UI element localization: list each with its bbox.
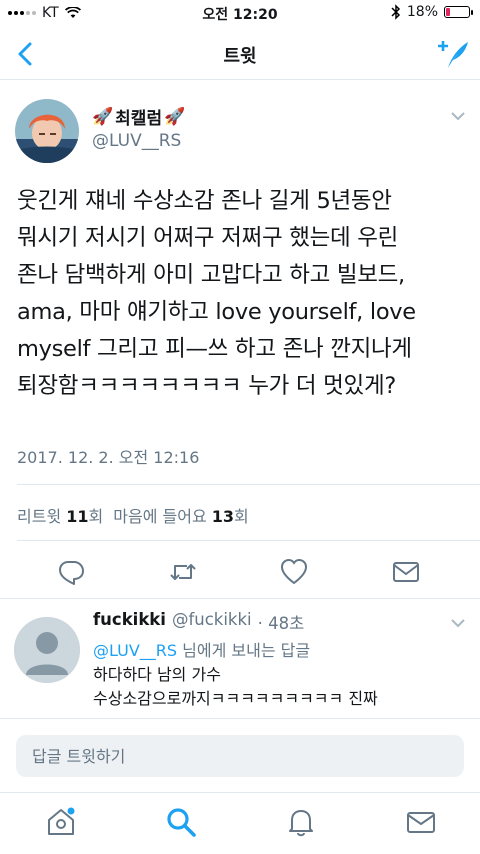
battery-icon [444, 6, 473, 18]
reply-composer [0, 718, 480, 792]
reply-input[interactable] [16, 735, 464, 777]
tweet-detail-screen: KT 오전 12:20 18% 트윗 🚀 최캘럼 🚀 @LUV__RS 웃긴게 … [0, 0, 480, 854]
search-icon[interactable] [164, 805, 198, 839]
bell-icon[interactable] [284, 805, 318, 839]
reply-mention-link[interactable]: @LUV__RS [93, 641, 177, 660]
reply-tweet[interactable]: fuckikki @fuckikki · 48초 @LUV__RS 님에게 보내… [0, 598, 480, 718]
retweet-count[interactable]: 리트윗 11회 [17, 503, 103, 527]
tweet-timestamp: 2017. 12. 2. 오전 12:16 [17, 448, 200, 467]
status-bar: KT 오전 12:20 18% [0, 0, 480, 28]
divider [17, 484, 480, 485]
tweet-stats: 리트윗 11회 마음에 들어요 13회 [17, 503, 249, 527]
tweet-actions [0, 551, 480, 591]
reply-text: 하다하다 남의 가수 수상소감으로까지ㅋㅋㅋㅋㅋㅋㅋㅋㅋ 진짜 [93, 665, 378, 708]
user-handle[interactable]: @LUV__RS [92, 131, 181, 151]
page-title: 트윗 [223, 46, 257, 67]
default-avatar-icon [14, 617, 80, 683]
avatar-image [15, 99, 79, 163]
reply-icon[interactable] [56, 557, 86, 587]
rocket-icon: 🚀 [164, 106, 186, 127]
heart-icon[interactable] [279, 557, 309, 587]
bluetooth-icon [391, 4, 400, 20]
retweet-icon[interactable] [168, 557, 198, 587]
compose-icon[interactable] [436, 38, 470, 70]
divider [17, 540, 480, 541]
nav-bar: 트윗 [0, 28, 480, 80]
rocket-icon: 🚀 [92, 106, 114, 127]
avatar[interactable] [15, 99, 79, 163]
chevron-down-icon[interactable] [450, 617, 466, 629]
chevron-down-icon[interactable] [450, 110, 466, 122]
home-icon[interactable] [44, 805, 78, 839]
reply-context: @LUV__RS 님에게 보내는 답글 [93, 641, 311, 660]
mail-icon[interactable] [404, 805, 438, 839]
tweet-text: 웃긴게 쟤네 수상소감 존나 길게 5년동안 뭐시기 저시기 어쩌구 저쩌구 했… [17, 188, 416, 399]
avatar[interactable] [14, 617, 80, 683]
reply-handle[interactable]: @fuckikki [172, 610, 252, 634]
dm-icon[interactable] [391, 557, 421, 587]
reply-time: · 48초 [257, 614, 305, 633]
reply-display-name[interactable]: fuckikki [93, 610, 166, 634]
display-name[interactable]: 🚀 최캘럼 🚀 [92, 104, 186, 130]
reply-header: fuckikki @fuckikki · 48초 [93, 610, 304, 634]
battery-percent: 18% [406, 4, 438, 20]
like-count[interactable]: 마음에 들어요 13회 [113, 503, 249, 527]
tab-bar [0, 792, 480, 854]
